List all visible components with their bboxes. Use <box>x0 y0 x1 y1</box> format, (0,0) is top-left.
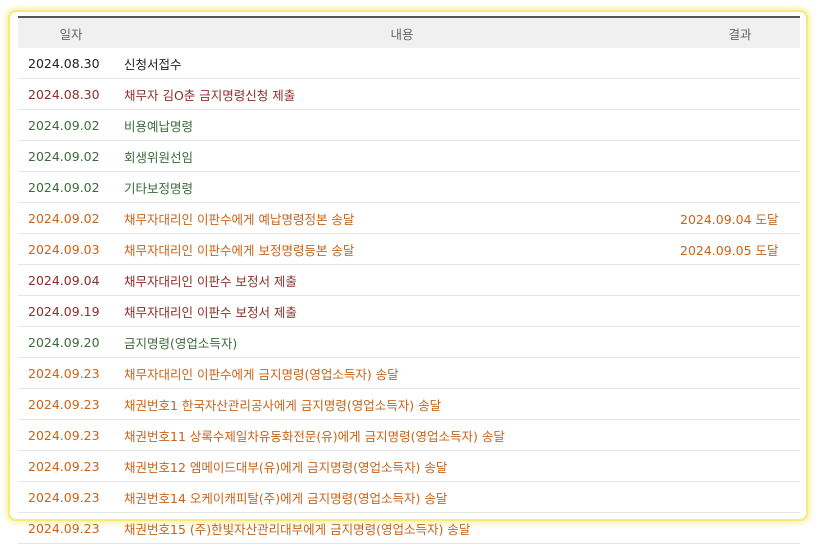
table-row: 2024.09.02 채무자대리인 이판수에게 예납명령정본 송달 2024.09.… <box>18 202 800 234</box>
row-result <box>680 357 800 389</box>
header-content: 내용 <box>124 17 680 48</box>
row-content: 채무자대리인 이판수에게 금지명령(영업소득자) 송달 <box>124 357 680 389</box>
row-date: 2024.09.23 <box>18 357 124 389</box>
table-row: 2024.08.30 신청서접수 <box>18 48 800 79</box>
case-progress-table: 일자 내용 결과 2024.08.30 신청서접수 2024.08.30 채무자 김O… <box>18 16 800 544</box>
table-row: 2024.09.04 채무자대리인 이판수 보정서 제출 <box>18 264 800 296</box>
table-body: 2024.08.30 신청서접수 2024.08.30 채무자 김O춘 금지명령신청 … <box>18 48 800 544</box>
row-result: 2024.09.04 도달 <box>680 202 800 234</box>
table-row: 2024.09.02 회생위원선임 <box>18 140 800 172</box>
table-row: 2024.09.23 채무자대리인 이판수에게 금지명령(영업소득자) 송달 <box>18 357 800 389</box>
row-result <box>680 295 800 327</box>
row-result <box>680 450 800 482</box>
row-date: 2024.08.30 <box>18 48 124 79</box>
row-date: 2024.08.30 <box>18 78 124 110</box>
table-row: 2024.09.19 채무자대리인 이판수 보정서 제출 <box>18 295 800 327</box>
table-row: 2024.09.03 채무자대리인 이판수에게 보정명령등본 송달 2024.09.… <box>18 233 800 265</box>
row-content: 채권번호11 상록수제일차유동화전문(유)에게 금지명령(영업소득자) 송달 <box>124 419 680 451</box>
row-content: 채무자대리인 이판수 보정서 제출 <box>124 295 680 327</box>
table-row: 2024.09.23 채권번호12 엠메이드대부(유)에게 금지명령(영업소득자)… <box>18 450 800 482</box>
table-row: 2024.09.23 채권번호15 (주)한빛자산관리대부에게 금지명령(영업소득… <box>18 512 800 544</box>
row-date: 2024.09.02 <box>18 140 124 172</box>
header-result: 결과 <box>680 17 800 48</box>
header-date: 일자 <box>18 17 124 48</box>
row-content: 금지명령(영업소득자) <box>124 326 680 358</box>
row-date: 2024.09.23 <box>18 419 124 451</box>
row-date: 2024.09.20 <box>18 326 124 358</box>
row-date: 2024.09.23 <box>18 481 124 513</box>
row-result <box>680 326 800 358</box>
row-content: 채무자대리인 이판수에게 예납명령정본 송달 <box>124 202 680 234</box>
table-row: 2024.09.23 채권번호11 상록수제일차유동화전문(유)에게 금지명령(영… <box>18 419 800 451</box>
row-content: 채권번호1 한국자산관리공사에게 금지명령(영업소득자) 송달 <box>124 388 680 420</box>
table-row: 2024.09.02 비용예납명령 <box>18 109 800 141</box>
row-content: 채권번호14 오케이캐피탈(주)에게 금지명령(영업소득자) 송달 <box>124 481 680 513</box>
row-date: 2024.09.03 <box>18 233 124 265</box>
row-result <box>680 264 800 296</box>
row-content: 신청서접수 <box>124 48 680 79</box>
row-date: 2024.09.23 <box>18 388 124 420</box>
row-date: 2024.09.02 <box>18 171 124 203</box>
row-date: 2024.09.23 <box>18 450 124 482</box>
row-content: 채무자 김O춘 금지명령신청 제출 <box>124 78 680 110</box>
row-date: 2024.09.23 <box>18 512 124 544</box>
row-content: 기타보정명령 <box>124 171 680 203</box>
row-content: 채무자대리인 이판수에게 보정명령등본 송달 <box>124 233 680 265</box>
row-result <box>680 48 800 79</box>
case-progress-panel: 일자 내용 결과 2024.08.30 신청서접수 2024.08.30 채무자 김O… <box>8 10 808 544</box>
row-result <box>680 481 800 513</box>
row-result <box>680 171 800 203</box>
row-content: 채무자대리인 이판수 보정서 제출 <box>124 264 680 296</box>
row-result <box>680 109 800 141</box>
row-result <box>680 512 800 544</box>
row-content: 회생위원선임 <box>124 140 680 172</box>
row-result: 2024.09.05 도달 <box>680 233 800 265</box>
row-content: 채권번호15 (주)한빛자산관리대부에게 금지명령(영업소득자) 송달 <box>124 512 680 544</box>
table-header-row: 일자 내용 결과 <box>18 17 800 48</box>
row-date: 2024.09.02 <box>18 202 124 234</box>
table-row: 2024.09.02 기타보정명령 <box>18 171 800 203</box>
table-row: 2024.09.23 채권번호1 한국자산관리공사에게 금지명령(영업소득자) 송… <box>18 388 800 420</box>
table-row: 2024.08.30 채무자 김O춘 금지명령신청 제출 <box>18 78 800 110</box>
table-row: 2024.09.20 금지명령(영업소득자) <box>18 326 800 358</box>
row-result <box>680 388 800 420</box>
row-date: 2024.09.19 <box>18 295 124 327</box>
row-result <box>680 419 800 451</box>
row-content: 비용예납명령 <box>124 109 680 141</box>
row-content: 채권번호12 엠메이드대부(유)에게 금지명령(영업소득자) 송달 <box>124 450 680 482</box>
row-date: 2024.09.04 <box>18 264 124 296</box>
table-row: 2024.09.23 채권번호14 오케이캐피탈(주)에게 금지명령(영업소득자)… <box>18 481 800 513</box>
row-date: 2024.09.02 <box>18 109 124 141</box>
row-result <box>680 140 800 172</box>
row-result <box>680 78 800 110</box>
